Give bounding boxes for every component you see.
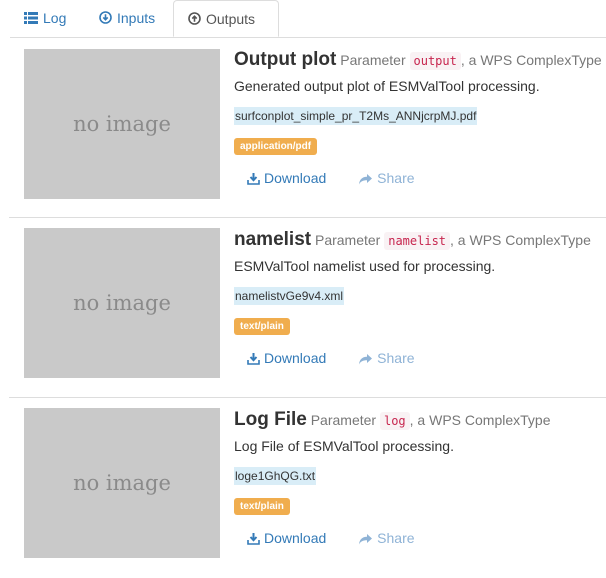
outputs-panel: no image Output plot Parameter output, a… (9, 38, 606, 571)
param-suffix: , a WPS ComplexType (450, 232, 591, 248)
param-suffix: , a WPS ComplexType (460, 52, 602, 68)
output-info: Log File Parameter log, a WPS ComplexTyp… (234, 408, 606, 549)
param-name: log (379, 412, 410, 430)
output-filename: surfconplot_simple_pr_T2Ms_ANNjcrpMJ.pdf (234, 107, 478, 125)
output-description: Generated output plot of ESMValTool proc… (234, 78, 540, 94)
list-icon (24, 1, 38, 37)
download-button[interactable]: Download (247, 347, 326, 371)
tab-bar: Log Inputs Outputs (10, 0, 606, 38)
output-filename: loge1GhQG.txt (234, 467, 317, 485)
download-button[interactable]: Download (247, 527, 326, 551)
tab-outputs[interactable]: Outputs (173, 0, 279, 37)
download-label: Download (264, 170, 327, 186)
param-prefix: Parameter (310, 412, 377, 428)
download-button[interactable]: Download (247, 167, 326, 191)
share-label: Share (377, 350, 415, 366)
thumbnail-placeholder: no image (24, 49, 220, 199)
download-icon (247, 169, 260, 191)
download-icon (247, 349, 260, 371)
download-icon (247, 529, 260, 551)
download-label: Download (264, 530, 327, 546)
output-heading: Output plot Parameter output, a WPS Comp… (234, 48, 606, 72)
output-actions: Download Share (234, 527, 606, 549)
mimetype-badge: application/pdf (234, 138, 318, 155)
mimetype-badge: text/plain (234, 498, 290, 515)
tab-inputs-label: Inputs (117, 10, 156, 26)
output-item: no image Output plot Parameter output, a… (9, 38, 606, 218)
share-button[interactable]: Share (358, 527, 415, 551)
output-heading: Log File Parameter log, a WPS ComplexTyp… (234, 408, 606, 432)
output-title: Log File (234, 409, 307, 430)
output-info: Output plot Parameter output, a WPS Comp… (234, 48, 606, 189)
share-button[interactable]: Share (358, 347, 415, 371)
circle-down-icon (99, 1, 112, 37)
output-title: Output plot (234, 49, 337, 70)
thumbnail-placeholder: no image (24, 408, 220, 558)
output-filename: namelistvGe9v4.xml (234, 287, 345, 305)
tab-inputs[interactable]: Inputs (99, 0, 155, 36)
output-item: no image Log File Parameter log, a WPS C… (9, 398, 606, 578)
param-prefix: Parameter (314, 232, 381, 248)
output-description: ESMValTool namelist used for processing. (234, 258, 496, 274)
thumbnail-placeholder: no image (24, 228, 220, 378)
param-prefix: Parameter (340, 52, 406, 68)
param-suffix: , a WPS ComplexType (409, 412, 551, 428)
param-name: output (409, 52, 461, 70)
param-name: namelist (384, 232, 451, 250)
output-info: namelist Parameter namelist, a WPS Compl… (234, 228, 606, 369)
mimetype-badge: text/plain (234, 318, 290, 335)
share-icon (358, 529, 373, 551)
output-item: no image namelist Parameter namelist, a … (9, 218, 606, 398)
tab-outputs-label: Outputs (206, 11, 256, 27)
output-actions: Download Share (234, 347, 606, 369)
download-label: Download (264, 350, 327, 366)
output-title: namelist (234, 229, 312, 250)
share-button[interactable]: Share (358, 167, 415, 191)
circle-up-icon (188, 2, 201, 38)
share-icon (358, 169, 373, 191)
output-description: Log File of ESMValTool processing. (234, 438, 454, 454)
tab-log-label: Log (43, 10, 67, 26)
output-heading: namelist Parameter namelist, a WPS Compl… (234, 228, 606, 252)
share-label: Share (377, 170, 415, 186)
tab-log[interactable]: Log (24, 0, 66, 36)
share-icon (358, 349, 373, 371)
output-actions: Download Share (234, 167, 606, 189)
share-label: Share (377, 530, 415, 546)
